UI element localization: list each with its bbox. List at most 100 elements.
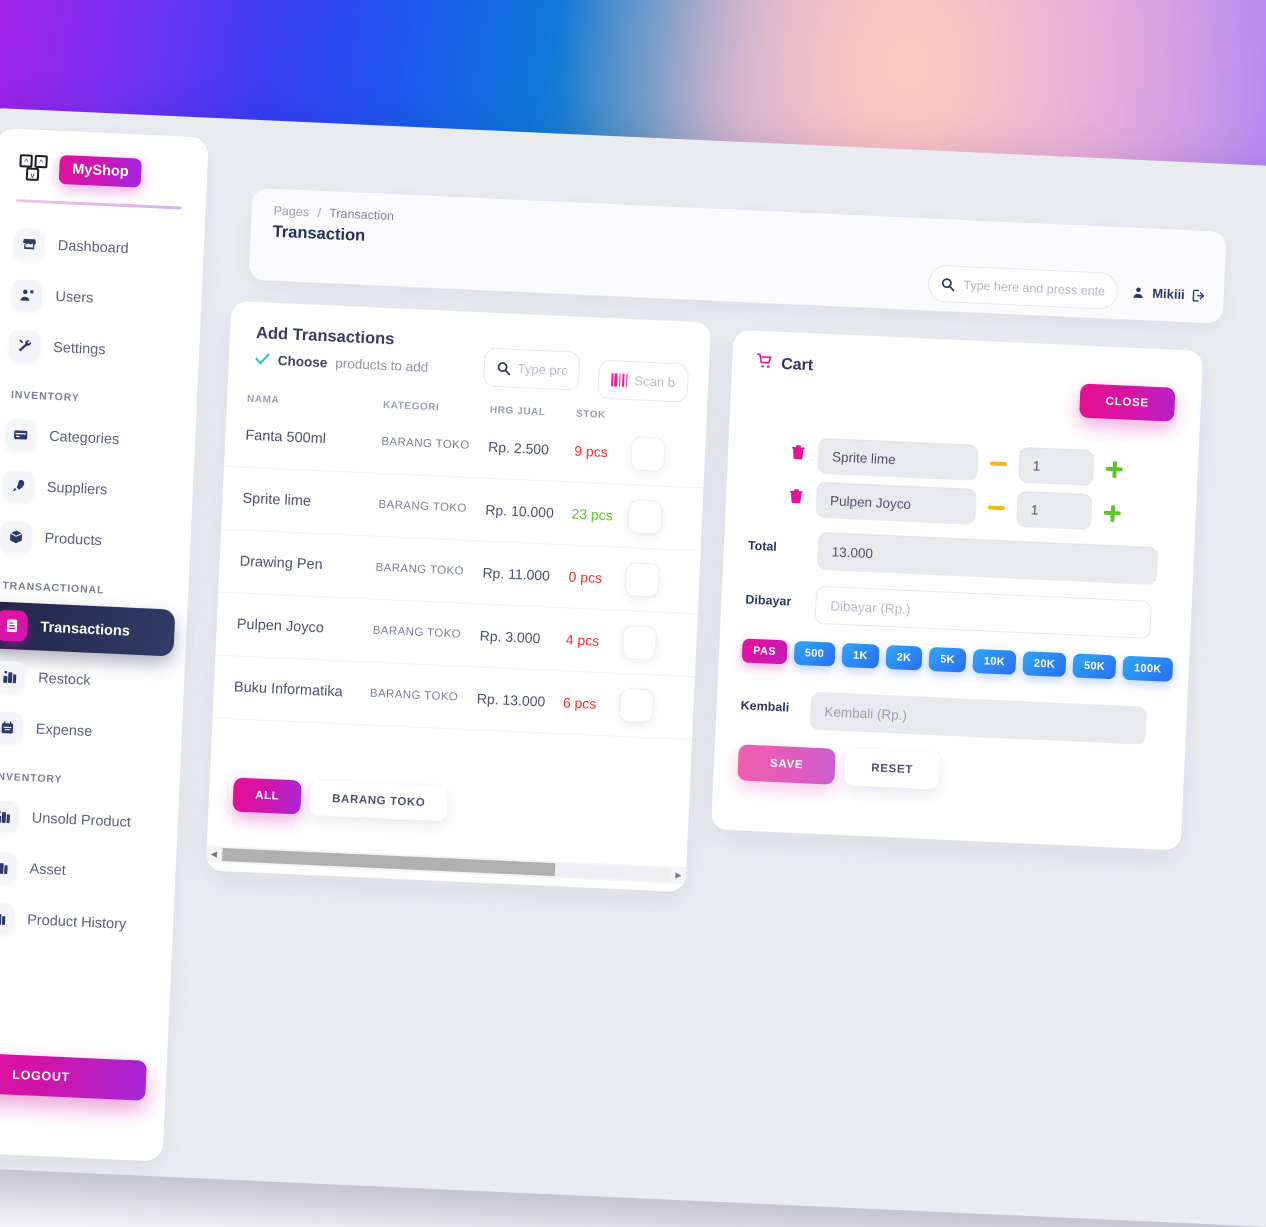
tools-icon <box>9 330 41 362</box>
sidebar-item-unsold-product[interactable]: Unsold Product <box>0 792 167 847</box>
sidebar-group-label: INVENTORY <box>0 372 186 414</box>
user-name: Mikiii <box>1152 286 1185 302</box>
cart-item-quantity[interactable]: 1 <box>1018 447 1095 486</box>
sidebar-item-expense[interactable]: Expense <box>0 703 171 758</box>
sidebar-item-label: Products <box>44 530 102 549</box>
dibayar-input[interactable]: Dibayar (Rp.) <box>814 586 1151 639</box>
store-icon <box>13 228 45 260</box>
increase-quantity-button[interactable] <box>1103 504 1121 522</box>
cart-title: Cart <box>756 353 814 377</box>
denomination-button[interactable]: 2K <box>885 645 923 671</box>
search-input[interactable] <box>963 278 1105 298</box>
sidebar-item-restock[interactable]: Restock <box>0 652 173 707</box>
trash-icon[interactable] <box>788 487 805 510</box>
cart-actions: SAVE RESET <box>737 744 940 789</box>
sidebar-item-users[interactable]: Users <box>1 270 191 325</box>
dibayar-label: Dibayar <box>745 583 802 610</box>
save-button[interactable]: SAVE <box>737 744 836 784</box>
sidebar-item-products[interactable]: Products <box>0 512 179 567</box>
box-icon <box>0 521 32 553</box>
sidebar-item-categories[interactable]: Categories <box>0 410 184 465</box>
kembali-input: Kembali (Rp.) <box>810 692 1147 745</box>
product-stock: 23 pcs <box>571 506 628 525</box>
blocks-logo-icon: ^^v <box>19 154 50 183</box>
sidebar-item-suppliers[interactable]: Suppliers <box>0 461 182 516</box>
brand-name: MyShop <box>59 155 143 188</box>
filter-button[interactable]: BARANG TOKO <box>309 781 448 821</box>
sidebar-item-dashboard[interactable]: Dashboard <box>3 220 193 275</box>
denomination-button[interactable]: 100K <box>1122 656 1173 682</box>
scrollbar-track[interactable] <box>221 848 671 881</box>
topbar: Pages / Transaction Transaction <box>248 188 1226 324</box>
product-name: Fanta 500ml <box>245 428 382 450</box>
add-transactions-subtitle: Choose products to add <box>255 352 429 375</box>
sidebar-item-label: Users <box>55 288 94 306</box>
product-stock: 0 pcs <box>568 568 625 587</box>
cart-icon <box>756 353 774 375</box>
cart-item-name[interactable]: Pulpen Joyco <box>815 482 976 525</box>
trash-icon[interactable] <box>790 443 807 466</box>
add-product-button[interactable] <box>627 499 663 535</box>
denomination-button[interactable]: 5K <box>929 647 967 673</box>
horizontal-scrollbar[interactable]: ◀ ▶ <box>206 845 686 884</box>
increase-quantity-button[interactable] <box>1105 460 1123 478</box>
sidebar-item-label: Product History <box>27 912 127 932</box>
product-table: NAMAKATEGORIHRG JUALSTOK Fanta 500mlBARA… <box>210 393 707 794</box>
product-stock: 4 pcs <box>565 631 622 650</box>
product-category: BARANG TOKO <box>372 625 479 642</box>
product-price: Rp. 2.500 <box>488 439 575 459</box>
denomination-button[interactable]: 500 <box>793 641 835 667</box>
search-icon <box>941 277 956 292</box>
sidebar-item-asset[interactable]: Asset <box>0 843 164 898</box>
scan-barcode-box[interactable] <box>597 360 689 403</box>
scrollbar-thumb[interactable] <box>222 848 555 876</box>
product-name: Pulpen Joyco <box>236 616 373 638</box>
decrease-quantity-button[interactable] <box>990 461 1007 466</box>
breadcrumb-root[interactable]: Pages <box>273 204 309 220</box>
sidebar-item-settings[interactable]: Settings <box>0 321 188 376</box>
cart-items-list: Sprite lime 1 Pulpen Joyco 1 <box>787 436 1191 542</box>
scroll-right-arrow[interactable]: ▶ <box>671 870 686 880</box>
add-transactions-panel: Add Transactions Choose products to add <box>206 301 711 892</box>
product-search-input[interactable] <box>517 361 567 378</box>
denomination-button[interactable]: 10K <box>972 649 1016 675</box>
cart-item-name[interactable]: Sprite lime <box>817 438 978 481</box>
product-price: Rp. 10.000 <box>485 502 572 522</box>
denomination-button[interactable]: 1K <box>841 643 879 669</box>
global-search[interactable] <box>928 265 1119 311</box>
user-chip[interactable]: Mikiii <box>1132 285 1206 303</box>
search-icon <box>496 360 511 375</box>
total-value: 13.000 <box>817 532 1158 585</box>
page-title: Transaction <box>272 223 365 246</box>
sidebar-item-label: Transactions <box>40 619 130 639</box>
sidebar-item-transactions[interactable]: Transactions <box>0 601 175 656</box>
receipt-icon <box>0 610 28 642</box>
product-search-box[interactable] <box>483 347 581 390</box>
cart-item-quantity[interactable]: 1 <box>1016 491 1093 530</box>
add-product-button[interactable] <box>630 436 666 472</box>
scan-barcode-input[interactable] <box>634 373 675 390</box>
close-button[interactable]: CLOSE <box>1079 383 1176 421</box>
chart-bar-icon <box>0 851 17 883</box>
denomination-button[interactable]: 20K <box>1022 651 1066 677</box>
add-product-button[interactable] <box>621 625 657 661</box>
signout-icon[interactable] <box>1191 288 1206 303</box>
product-price: Rp. 3.000 <box>479 627 566 647</box>
sidebar-item-label: Expense <box>36 721 93 740</box>
sidebar-item-product-history[interactable]: Product History <box>0 894 162 949</box>
app-window: ^^v MyShop DashboardUsersSettingsINVENTO… <box>0 107 1266 1227</box>
add-product-button[interactable] <box>624 562 660 598</box>
scroll-left-arrow[interactable]: ◀ <box>206 849 221 859</box>
sidebar-group-label: INVENTORY <box>0 754 168 796</box>
filter-button[interactable]: ALL <box>232 777 302 814</box>
total-label: Total <box>748 529 805 556</box>
decrease-quantity-button[interactable] <box>988 505 1005 510</box>
sidebar-item-label: Dashboard <box>57 237 129 256</box>
reset-button[interactable]: RESET <box>844 749 939 789</box>
denomination-button[interactable]: 50K <box>1072 653 1116 679</box>
breadcrumb: Pages / Transaction <box>273 204 394 223</box>
logout-button[interactable]: LOGOUT <box>0 1051 147 1100</box>
denomination-button[interactable]: PAS <box>742 638 788 664</box>
add-product-button[interactable] <box>618 688 654 724</box>
product-category: BARANG TOKO <box>370 688 477 705</box>
